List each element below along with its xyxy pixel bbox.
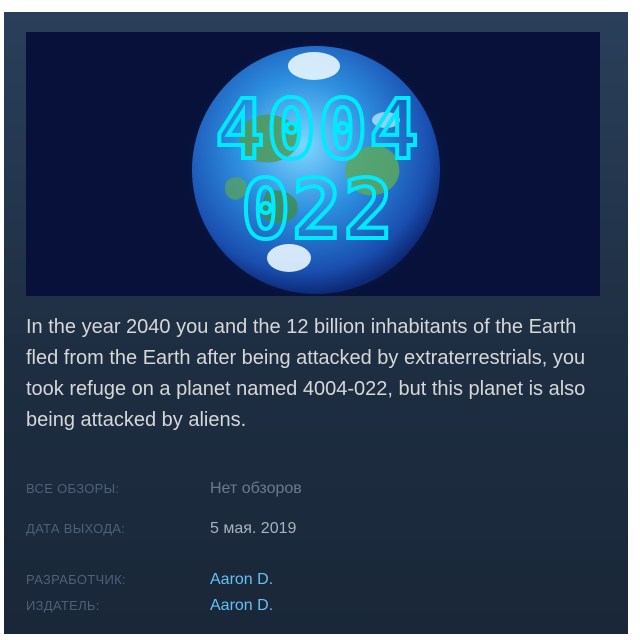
page-frame: 4004 022 In the year 2040 you and the 12… <box>0 0 640 640</box>
developer-link[interactable]: Aaron D. <box>210 568 273 592</box>
reviews-value: Нет обзоров <box>210 480 302 497</box>
game-hover-panel: 4004 022 In the year 2040 you and the 12… <box>4 12 628 634</box>
game-description: In the year 2040 you and the 12 billion … <box>26 316 586 431</box>
publisher-label: ИЗДАТЕЛЬ: <box>26 598 100 613</box>
publisher-link[interactable]: Aaron D. <box>210 594 273 618</box>
logo-text-line2: 022 <box>241 163 395 258</box>
reviews-label: ВСЕ ОБЗОРЫ: <box>26 481 120 496</box>
release-date-label: ДАТА ВЫХОДА: <box>26 521 126 536</box>
developer-label: РАЗРАБОТЧИК: <box>26 572 126 587</box>
game-capsule-image[interactable]: 4004 022 <box>26 32 600 296</box>
release-date-value: 5 мая. 2019 <box>210 520 297 537</box>
planet-logo-art: 4004 022 <box>26 32 600 296</box>
